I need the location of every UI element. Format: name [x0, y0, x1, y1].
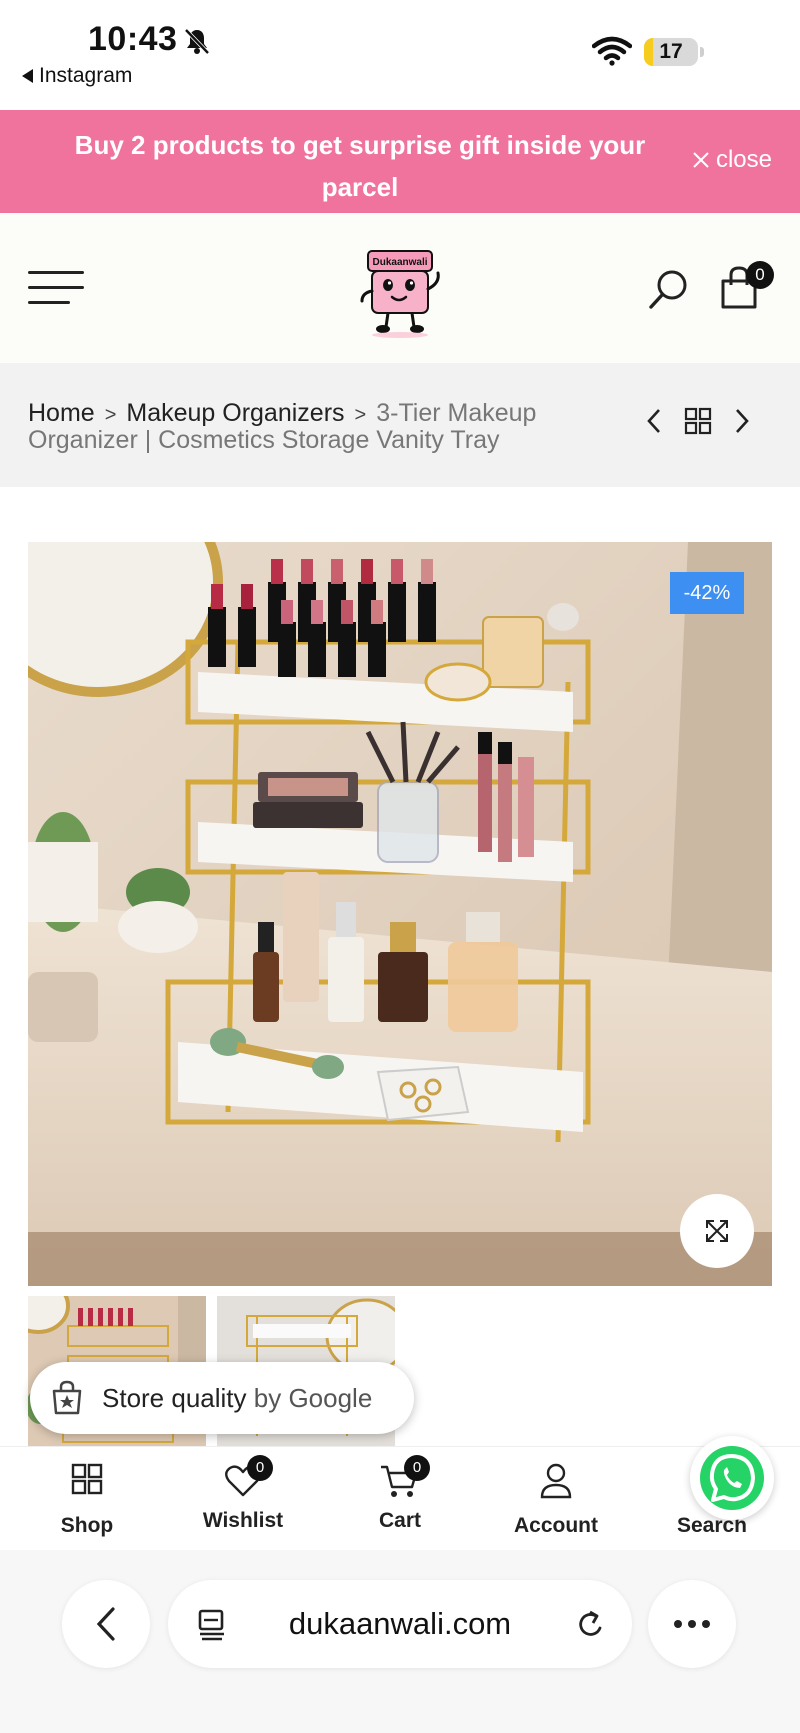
back-triangle-icon [22, 69, 33, 83]
url-text: dukaanwali.com [288, 1606, 512, 1641]
promo-text: Buy 2 products to get surprise gift insi… [74, 130, 646, 202]
nav-cart[interactable]: 0 Cart [330, 1455, 470, 1533]
browser-back-button[interactable] [62, 1580, 150, 1668]
cart-count-badge: 0 [746, 261, 774, 289]
logo[interactable]: Dukaanwali [350, 243, 450, 339]
shopping-bag-star-icon [52, 1380, 82, 1415]
more-dots-icon [674, 1620, 710, 1628]
wishlist-count-badge: 0 [247, 1455, 273, 1481]
nav-account-label: Account [514, 1514, 598, 1537]
url-bar[interactable]: dukaanwali.com [168, 1580, 632, 1668]
cart-count-nav-badge: 0 [404, 1455, 430, 1481]
product-image[interactable] [28, 542, 772, 1286]
status-bar: 10:43 Instagram 17 [0, 0, 800, 110]
breadcrumb-separator: > [354, 404, 367, 426]
promo-close-button[interactable]: close [692, 146, 772, 174]
nav-wishlist-label: Wishlist [202, 1509, 284, 1532]
wifi-icon [592, 36, 632, 66]
promo-close-label: close [715, 146, 772, 173]
promo-banner: Buy 2 products to get surprise gift insi… [0, 110, 800, 213]
product-navigation [646, 407, 750, 435]
close-icon [693, 152, 709, 168]
menu-button[interactable] [28, 271, 84, 305]
site-header: Dukaanwali 0 [0, 213, 800, 363]
cart-icon-wrap: 0 [378, 1455, 430, 1501]
status-time: 10:43 [88, 20, 178, 58]
breadcrumb: Home > Makeup Organizers >3-Tier Makeup Org… [28, 401, 608, 453]
back-app-label: Instagram [39, 64, 133, 87]
breadcrumb-separator: > [104, 404, 117, 426]
previous-product-icon[interactable] [646, 407, 662, 435]
nav-shop-label: Shop [60, 1514, 114, 1537]
nav-cart-label: Cart [378, 1509, 421, 1532]
badge-text-by: by Google [253, 1382, 373, 1413]
battery-indicator: 17 [644, 38, 698, 66]
discount-badge: -42% [670, 572, 744, 614]
next-product-icon[interactable] [734, 407, 750, 435]
nav-account[interactable]: Account [486, 1461, 626, 1538]
breadcrumb-category[interactable]: Makeup Organizers [126, 399, 344, 427]
zoom-button[interactable] [680, 1194, 754, 1268]
whatsapp-button[interactable] [690, 1436, 774, 1520]
chevron-left-icon [96, 1607, 115, 1641]
grid-view-icon[interactable] [684, 407, 712, 435]
grid-icon [71, 1463, 103, 1495]
nav-wishlist[interactable]: 0 Wishlist [173, 1455, 313, 1533]
nav-shop[interactable]: Shop [17, 1461, 157, 1538]
user-icon [540, 1463, 572, 1499]
back-to-app-link[interactable]: Instagram [22, 64, 132, 88]
badge-text: Store quality by Google [102, 1383, 372, 1414]
wishlist-icon-wrap: 0 [221, 1455, 273, 1501]
expand-icon [706, 1220, 728, 1242]
reload-icon[interactable] [574, 1608, 606, 1642]
nav-search-label: Search [676, 1514, 748, 1537]
whatsapp-icon [700, 1446, 764, 1510]
badge-text-main: Store quality [102, 1382, 247, 1413]
header-search-icon[interactable] [646, 267, 690, 311]
browser-toolbar: dukaanwali.com [0, 1550, 800, 1733]
browser-more-button[interactable] [648, 1580, 736, 1668]
bell-muted-icon [184, 28, 210, 55]
breadcrumb-home[interactable]: Home [28, 399, 95, 427]
battery-tip [700, 47, 704, 57]
logo-text: Dukaanwali [372, 257, 427, 268]
bottom-navigation: Shop 0 Wishlist 0 Cart Account Search [0, 1446, 800, 1550]
battery-level: 17 [659, 40, 683, 63]
store-quality-badge[interactable]: Store quality by Google [30, 1362, 414, 1434]
breadcrumb-bar: Home > Makeup Organizers >3-Tier Makeup Org… [0, 363, 800, 487]
